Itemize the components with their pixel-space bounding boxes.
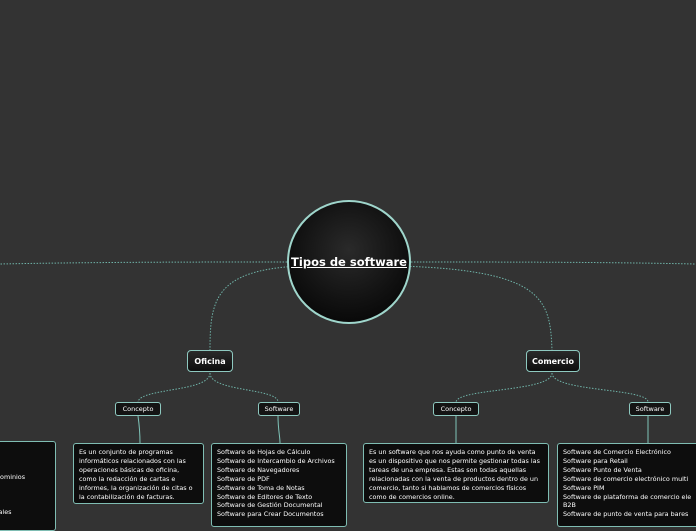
link-oficina-software-text [277,415,281,444]
oficina-software-item: Software de Toma de Notas [217,483,305,492]
comercio-software-list[interactable]: Software de Comercio Electrónico Softwar… [557,443,696,527]
link-central-comercio [397,265,553,351]
subtopic-oficina-concepto-label: Concepto [122,405,154,413]
oficina-software-item: Software de PDF [217,474,270,483]
link-central-oficina [209,265,301,351]
left-panel-fragment-1: dominios [0,473,26,481]
oficina-software-list[interactable]: Software de Hojas de Cálculo Software de… [211,443,347,527]
link-oficina-concepto [137,372,211,403]
link-oficina-software [209,372,279,403]
topic-comercio-label: Comercio [531,356,575,366]
subtopic-comercio-concepto[interactable]: Concepto [433,402,479,416]
left-panel-fragment-2: s [0,482,50,491]
oficina-software-item: Software de Gestión Documental [217,501,323,510]
central-topic[interactable]: Tipos de software [287,200,411,324]
link-comercio-concepto [455,372,553,403]
comercio-software-item: Software PIM [563,483,605,492]
comercio-concepto-text[interactable]: Es un software que nos ayuda como punto … [363,443,549,503]
oficina-concepto-text[interactable]: Es un conjunto de programas informáticos… [73,443,204,504]
oficina-software-item: Software de Editores de Texto [217,492,313,501]
comercio-software-item: Software de punto de venta para bares [563,510,689,519]
comercio-software-item: B2B [563,501,576,510]
comercio-software-item: Software de Comercio Electrónico [563,448,671,456]
oficina-software-item: Software para Crear Documentos [217,510,324,519]
comercio-software-item: Software para Retail [563,456,628,465]
comercio-software-item: Software de comercio electrónico multi [563,474,689,483]
left-panel-fragment-3: tales [0,507,12,516]
topic-oficina-label: Oficina [194,356,226,366]
link-comercio-software [551,372,649,403]
central-topic-label: Tipos de software [291,255,407,269]
oficina-software-item: Software de Hojas de Cálculo [217,448,311,456]
subtopic-oficina-software[interactable]: Software [258,402,300,416]
comercio-concepto-paragraph: Es un software que nos ayuda como punto … [369,448,540,501]
subtopic-oficina-concepto[interactable]: Concepto [115,402,161,416]
link-central-right-edge [410,261,696,265]
link-central-left-edge [0,261,288,265]
subtopic-comercio-software[interactable]: Software [629,402,671,416]
subtopic-comercio-software-label: Software [635,405,665,413]
link-oficina-concepto-text [137,415,141,444]
topic-oficina[interactable]: Oficina [187,350,233,372]
oficina-software-item: Software de Navegadores [217,465,300,474]
oficina-software-item: Software de Intercambio de Archivos [217,456,335,465]
left-panel-partial: dominios s tales [0,441,56,531]
subtopic-oficina-software-label: Software [264,405,294,413]
subtopic-comercio-concepto-label: Concepto [440,405,472,413]
oficina-concepto-paragraph: Es un conjunto de programas informáticos… [79,448,193,501]
comercio-software-item: Software de plataforma de comercio ele [563,492,692,501]
comercio-software-item: Software Punto de Venta [563,465,642,474]
topic-comercio[interactable]: Comercio [526,350,580,372]
